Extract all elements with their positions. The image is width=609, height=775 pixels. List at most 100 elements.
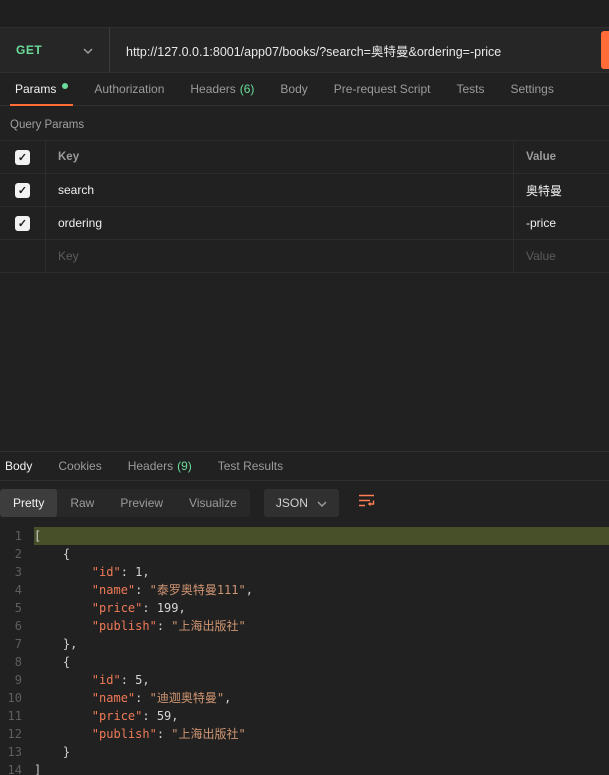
code-line: 13 } (0, 743, 609, 761)
line-content: { (34, 547, 71, 561)
line-number: 3 (14, 565, 22, 579)
line-number: 9 (14, 673, 22, 687)
line-content: [ (34, 527, 609, 545)
line-content: "publish": "上海出版社" (91, 727, 246, 741)
line-content: "publish": "上海出版社" (91, 619, 246, 633)
view-tab-raw[interactable]: Raw (57, 489, 107, 517)
code-line: 9 "id": 5, (0, 671, 609, 689)
param-check-cell (0, 174, 46, 206)
tab-label: Cookies (58, 459, 102, 473)
code-line: 12 "publish": "上海出版社" (0, 725, 609, 743)
wrap-lines-icon (358, 493, 376, 513)
response-tab-headers[interactable]: Headers (9) (115, 452, 205, 480)
headers-count-badge: (6) (239, 82, 255, 96)
code-line: 8 { (0, 653, 609, 671)
response-tab-body[interactable]: Body (0, 452, 45, 480)
response-code[interactable]: 1[2 {3 "id": 1, 4 "name": "泰罗奥特曼111", 5 "p… (0, 525, 609, 775)
view-tab-visualize[interactable]: Visualize (176, 489, 250, 517)
code-line: 10 "name": "迪迦奥特曼", (0, 689, 609, 707)
select-all-cell (0, 141, 46, 173)
request-tabs: Params Authorization Headers (6) Body Pr… (0, 73, 609, 106)
param-checkbox[interactable] (15, 215, 30, 231)
line-number: 13 (7, 745, 22, 759)
tab-label: Pre-request Script (333, 82, 431, 96)
tab-tests[interactable]: Tests (443, 73, 497, 105)
tab-label: Authorization (94, 82, 165, 96)
code-line: 1[ (0, 527, 609, 545)
response-tab-test-results[interactable]: Test Results (205, 452, 296, 480)
param-value-placeholder[interactable]: Value (514, 240, 609, 272)
tab-label: Tests (456, 82, 485, 96)
tab-settings[interactable]: Settings (498, 73, 567, 105)
param-check-cell (0, 207, 46, 239)
line-content: } (34, 745, 71, 759)
response-tab-cookies[interactable]: Cookies (45, 452, 114, 480)
code-line: 6 "publish": "上海出版社" (0, 617, 609, 635)
line-number: 12 (7, 727, 22, 741)
line-content: "id": 5, (91, 673, 150, 687)
tab-label: Params (15, 82, 57, 96)
response-view-tabs: Pretty Raw Preview Visualize (0, 489, 250, 517)
params-header-row: Key Value (0, 141, 609, 174)
tab-params[interactable]: Params (2, 73, 81, 106)
param-key-placeholder[interactable]: Key (46, 240, 514, 272)
url-input[interactable] (110, 28, 609, 72)
line-number: 11 (7, 709, 22, 723)
line-number: 7 (14, 637, 22, 651)
tab-body[interactable]: Body (267, 73, 320, 105)
param-key[interactable]: ordering (46, 207, 514, 239)
response-headers-count-badge: (9) (177, 459, 192, 473)
view-tab-preview[interactable]: Preview (107, 489, 176, 517)
window-top-gap (0, 0, 609, 27)
response-view-row: Pretty Raw Preview Visualize JSON (0, 481, 609, 525)
line-content: "price": 59, (91, 709, 179, 723)
method-dropdown[interactable]: GET (0, 28, 110, 72)
param-row-empty: Key Value (0, 240, 609, 273)
param-value[interactable]: 奥特曼 (514, 174, 609, 206)
line-number: 4 (14, 583, 22, 597)
code-line: 5 "price": 199, (0, 599, 609, 617)
line-content: "name": "泰罗奥特曼111", (91, 583, 253, 597)
param-row-ordering: ordering -price (0, 207, 609, 240)
line-content: "price": 199, (91, 601, 186, 615)
format-label: JSON (275, 496, 308, 510)
code-line: 2 { (0, 545, 609, 563)
query-params-title: Query Params (10, 119, 85, 131)
tab-label: Settings (510, 82, 554, 96)
code-line: 4 "name": "泰罗奥特曼111", (0, 581, 609, 599)
request-url-bar: GET (0, 27, 609, 73)
chevron-down-icon (317, 496, 327, 510)
line-number: 5 (14, 601, 22, 615)
tab-headers[interactable]: Headers (6) (177, 73, 267, 105)
api-client-window: GET Params Authorization Headers (6) Bod… (0, 0, 609, 775)
line-content: { (34, 655, 71, 669)
method-label: GET (16, 43, 43, 57)
code-line: 7 }, (0, 635, 609, 653)
param-key[interactable]: search (46, 174, 514, 206)
key-column-header: Key (46, 141, 514, 173)
line-number: 2 (14, 547, 22, 561)
format-dropdown[interactable]: JSON (263, 489, 339, 517)
tab-label: Body (5, 459, 33, 473)
tab-pre-request-script[interactable]: Pre-request Script (321, 73, 444, 105)
line-content: ] (34, 763, 42, 775)
param-check-cell (0, 240, 46, 272)
line-number: 1 (14, 529, 22, 543)
view-tab-pretty[interactable]: Pretty (0, 489, 58, 517)
tab-label: Headers (190, 82, 236, 96)
value-column-header: Value (526, 151, 557, 163)
line-number: 14 (7, 763, 22, 775)
wrap-lines-button[interactable] (355, 491, 379, 515)
code-line: 3 "id": 1, (0, 563, 609, 581)
request-response-splitter[interactable] (0, 273, 609, 451)
line-content: "name": "迪迦奥特曼", (91, 691, 232, 705)
tab-label: Headers (127, 459, 174, 473)
select-all-checkbox[interactable] (15, 149, 30, 165)
response-tabs: Body Cookies Headers (9) Test Results (0, 451, 609, 481)
query-params-table: Key Value search 奥特曼 ordering -price Key… (0, 140, 609, 273)
param-checkbox[interactable] (15, 182, 30, 198)
tab-authorization[interactable]: Authorization (81, 73, 177, 105)
line-number: 10 (7, 691, 22, 705)
param-value[interactable]: -price (514, 207, 609, 239)
send-button[interactable] (601, 31, 609, 69)
